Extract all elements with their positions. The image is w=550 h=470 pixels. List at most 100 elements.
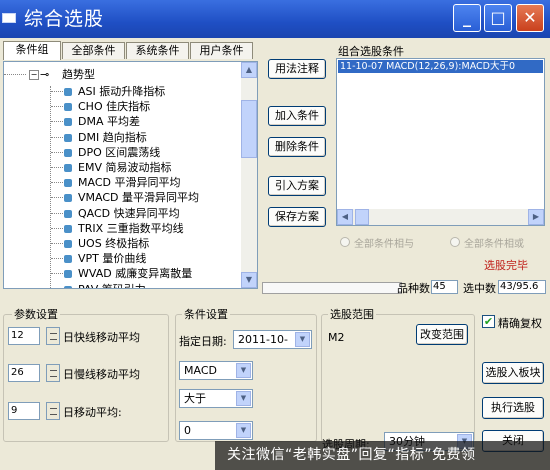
date-value: 2011-10- — [238, 333, 288, 346]
tree-item[interactable]: VPT 量价曲线 — [4, 251, 240, 266]
save-scheme-button[interactable]: 保存方案 — [268, 207, 326, 227]
tree-connector — [51, 91, 63, 92]
tree-item-label: DMI 趋向指标 — [78, 130, 147, 144]
tree-item-label: QACD 快速异同平均 — [78, 206, 180, 220]
add-condition-button[interactable]: 加入条件 — [268, 106, 326, 126]
signal-period-input[interactable]: 9 — [8, 402, 40, 420]
tree-item[interactable]: PAV 筹码引力 — [4, 282, 240, 288]
run-selection-button[interactable]: 执行选股 — [482, 397, 544, 419]
chevron-down-icon[interactable]: ▼ — [236, 391, 251, 406]
collapse-icon[interactable]: − — [29, 70, 39, 80]
tree-connector — [51, 182, 63, 184]
tree-item-label: VMACD 量平滑异同平均 — [78, 191, 199, 205]
tab-all-conditions[interactable]: 全部条件 — [62, 42, 125, 59]
tree-item[interactable]: MACD 平滑异同平均 — [4, 175, 240, 190]
maximize-button[interactable]: □ — [484, 4, 512, 32]
exact-adjust-label: 精确复权 — [498, 317, 542, 330]
tree-scrollbar[interactable]: ▲ ▼ — [241, 62, 257, 288]
usage-notes-button[interactable]: 用法注释 — [268, 59, 326, 79]
tree-connector — [51, 258, 63, 260]
threshold-select[interactable]: 0 ▼ — [179, 421, 253, 440]
fast-period-spinner[interactable] — [46, 327, 60, 345]
tree-item[interactable]: TRIX 三重指数平均线 — [4, 221, 240, 236]
tree-item-label: WVAD 威廉变异离散量 — [78, 267, 193, 281]
count-label: 品种数 — [397, 282, 430, 295]
tree-connector — [51, 227, 63, 229]
scroll-left-icon[interactable]: ◀ — [337, 209, 353, 225]
scroll-down-icon[interactable]: ▼ — [241, 272, 257, 288]
window-title: 综合选股 — [24, 8, 105, 30]
radio-all-and[interactable] — [340, 237, 350, 247]
minimize-button[interactable]: _ — [453, 4, 481, 32]
indicator-icon — [64, 209, 72, 218]
indicator-tree[interactable]: − ⊸ 趋势型 ASI 振动升降指标 CHO 佳庆指标 DMA 平均差 DMI 趋向指… — [3, 61, 258, 289]
exact-adjust-checkbox[interactable]: ✔ — [482, 315, 495, 328]
params-title: 参数设置 — [12, 306, 60, 322]
tree-item[interactable]: DMI 趋向指标 — [4, 130, 240, 145]
indicator-icon — [64, 118, 72, 127]
tab-system-conditions[interactable]: 系统条件 — [126, 42, 189, 59]
tree-item[interactable]: DMA 平均差 — [4, 114, 240, 129]
indicator-icon — [64, 179, 72, 188]
tree-item[interactable]: CHO 佳庆指标 — [4, 99, 240, 114]
tab-condition-group[interactable]: 条件组 — [3, 41, 61, 60]
hit-label: 选中数 — [463, 282, 496, 295]
delete-condition-button[interactable]: 删除条件 — [268, 137, 326, 157]
indicator-value: MACD — [184, 364, 217, 377]
tree-connector — [51, 151, 63, 153]
status-text: 选股完毕 — [484, 259, 528, 272]
scope-value: M2 — [328, 331, 345, 344]
radio-all-and-label: 全部条件相与 — [354, 239, 414, 250]
close-button[interactable]: ✕ — [516, 4, 544, 32]
indicator-select[interactable]: MACD ▼ — [179, 361, 253, 380]
tree-item[interactable]: VMACD 量平滑异同平均 — [4, 190, 240, 205]
combo-conditions-list[interactable]: 11-10-07 MACD(12,26,9):MACD大于0 ◀ ▶ — [336, 58, 545, 226]
tree-item[interactable]: UOS 终极指标 — [4, 236, 240, 251]
import-scheme-button[interactable]: 引入方案 — [268, 176, 326, 196]
fast-period-input[interactable]: 12 — [8, 327, 40, 345]
slow-period-input[interactable]: 26 — [8, 364, 40, 382]
scroll-right-icon[interactable]: ▶ — [528, 209, 544, 225]
tree-item-label: PAV 筹码引力 — [78, 282, 146, 288]
tree-item[interactable]: WVAD 威廉变异离散量 — [4, 266, 240, 281]
operator-select[interactable]: 大于 ▼ — [179, 389, 253, 408]
slow-period-label: 日慢线移动平均 — [63, 368, 140, 381]
change-scope-button[interactable]: 改变范围 — [416, 324, 468, 345]
tree-connector — [4, 74, 26, 75]
date-label: 指定日期: — [179, 335, 227, 348]
key-icon: ⊸ — [40, 68, 50, 81]
tree-item[interactable]: DPO 区间震荡线 — [4, 145, 240, 160]
signal-period-spinner[interactable] — [46, 402, 60, 420]
tree-item[interactable]: QACD 快速异同平均 — [4, 206, 240, 221]
tree-node-trend[interactable]: − ⊸ 趋势型 — [4, 67, 240, 82]
title-bar[interactable]: 综合选股 _ □ ✕ — [0, 0, 550, 38]
tree-item-label: EMV 简易波动指标 — [78, 161, 172, 174]
slow-period-spinner[interactable] — [46, 364, 60, 382]
tree-connector — [51, 121, 63, 123]
chevron-down-icon[interactable]: ▼ — [236, 363, 251, 378]
chevron-down-icon[interactable]: ▼ — [236, 423, 251, 438]
tree-item-label: CHO 佳庆指标 — [78, 100, 151, 114]
hscroll-thumb[interactable] — [355, 209, 369, 225]
fast-period-label: 日快线移动平均 — [63, 331, 140, 344]
tree-connector — [51, 212, 63, 214]
combo-condition-item[interactable]: 11-10-07 MACD(12,26,9):MACD大于0 — [338, 60, 543, 73]
tree-connector — [51, 167, 63, 168]
date-picker[interactable]: 2011-10- ▼ — [233, 330, 312, 349]
scroll-thumb[interactable] — [241, 100, 257, 158]
tree-item[interactable]: ASI 振动升降指标 — [4, 84, 240, 99]
tree-connector — [51, 197, 63, 199]
window-icon — [2, 13, 16, 23]
count-value: 45 — [431, 280, 458, 294]
radio-all-or[interactable] — [450, 237, 460, 247]
indicator-icon — [64, 103, 72, 112]
progress-bar — [262, 282, 402, 294]
tree-item[interactable]: EMV 简易波动指标 — [4, 160, 240, 175]
combo-hscrollbar[interactable]: ◀ ▶ — [337, 209, 544, 225]
tab-user-conditions[interactable]: 用户条件 — [190, 42, 253, 59]
add-to-board-button[interactable]: 选股入板块 — [482, 362, 544, 384]
indicator-icon — [64, 148, 72, 157]
chevron-down-icon[interactable]: ▼ — [295, 332, 310, 347]
tree-connector — [51, 136, 63, 138]
scroll-up-icon[interactable]: ▲ — [241, 62, 257, 78]
